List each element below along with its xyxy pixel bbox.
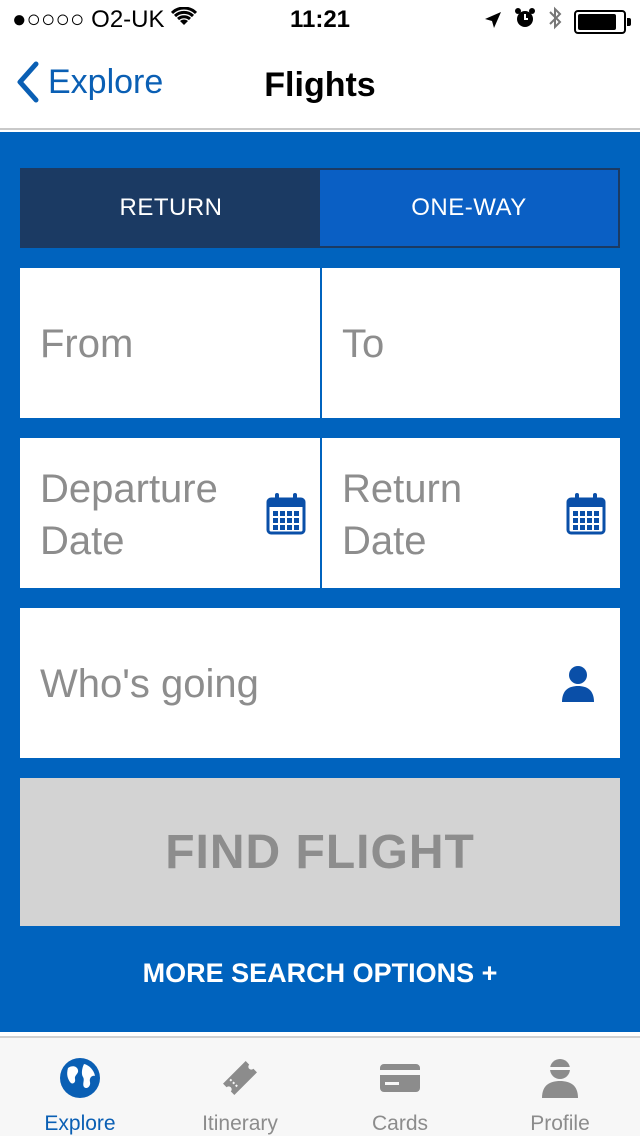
flight-search-panel: RETURN ONE-WAY From To Departure Date Re… xyxy=(0,132,640,1032)
tab-profile[interactable]: Profile xyxy=(480,1038,640,1136)
back-button[interactable]: Explore xyxy=(14,60,163,104)
one-way-trip-button[interactable]: ONE-WAY xyxy=(320,170,618,246)
trip-type-toggle: RETURN ONE-WAY xyxy=(20,168,620,248)
tab-explore-label: Explore xyxy=(44,1112,116,1135)
calendar-icon xyxy=(566,493,606,535)
person-icon xyxy=(542,1059,578,1098)
more-search-options-link[interactable]: MORE SEARCH OPTIONS + xyxy=(0,958,640,989)
navigation-bar: Explore Flights xyxy=(0,40,640,130)
to-placeholder: To xyxy=(342,322,385,366)
battery-icon xyxy=(574,9,631,34)
departure-date-field[interactable]: Departure Date xyxy=(20,438,320,588)
location-arrow-icon xyxy=(484,8,502,36)
from-placeholder: From xyxy=(40,322,134,366)
from-field[interactable]: From xyxy=(20,268,320,418)
passengers-placeholder: Who's going xyxy=(40,662,259,706)
calendar-icon xyxy=(266,493,306,535)
card-icon xyxy=(380,1064,420,1092)
globe-icon xyxy=(60,1058,100,1098)
to-field[interactable]: To xyxy=(322,268,620,418)
back-button-label: Explore xyxy=(48,62,164,101)
tab-profile-label: Profile xyxy=(530,1112,590,1135)
tab-itinerary[interactable]: Itinerary xyxy=(160,1038,320,1136)
return-trip-button[interactable]: RETURN xyxy=(22,170,320,246)
status-bar: ●○○○○ O2-UK 11:21 xyxy=(0,0,640,40)
status-right xyxy=(484,6,631,37)
departure-date-placeholder: Departure Date xyxy=(40,467,218,563)
return-date-placeholder: Return Date xyxy=(342,467,463,563)
tab-cards-label: Cards xyxy=(371,1112,429,1135)
tab-itinerary-label: Itinerary xyxy=(202,1112,278,1135)
ticket-icon xyxy=(223,1061,257,1095)
person-icon xyxy=(562,666,594,702)
tab-explore[interactable]: Explore xyxy=(0,1038,160,1136)
tab-cards[interactable]: Cards xyxy=(320,1038,480,1136)
chevron-left-icon xyxy=(17,61,39,103)
tab-bar: Explore Itinerary Cards Profile xyxy=(0,1036,640,1136)
return-date-field[interactable]: Return Date xyxy=(322,438,620,588)
bluetooth-icon xyxy=(548,6,562,37)
alarm-icon xyxy=(514,7,536,36)
find-flight-button[interactable]: FIND FLIGHT xyxy=(20,778,620,926)
passengers-field[interactable]: Who's going xyxy=(20,608,620,758)
